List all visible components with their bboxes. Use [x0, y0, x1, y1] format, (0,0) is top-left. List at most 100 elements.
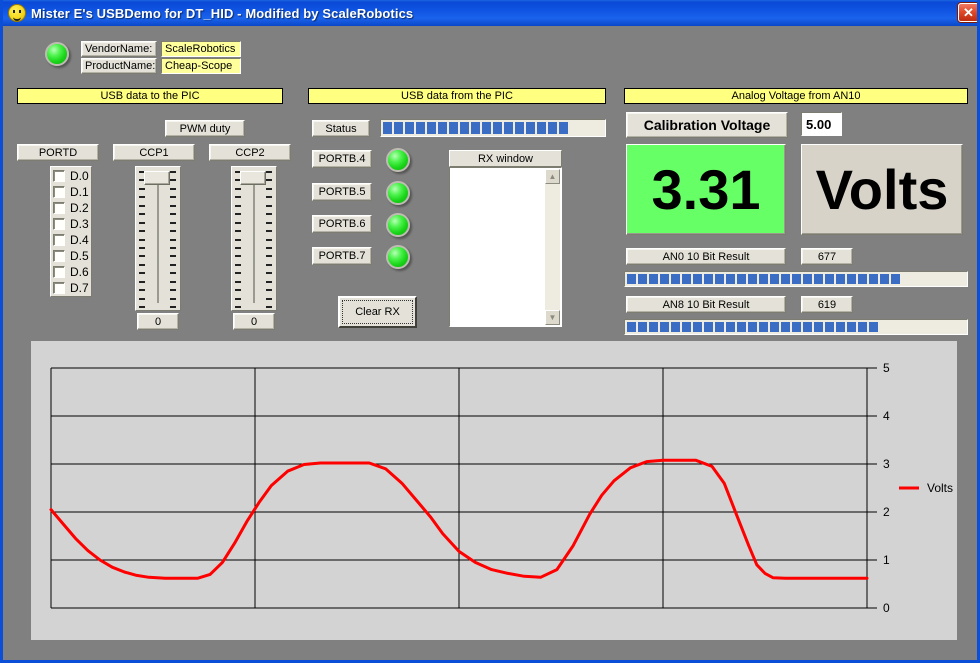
- checkbox-d6[interactable]: [53, 266, 65, 278]
- portd-bit-1[interactable]: D.1: [53, 185, 89, 199]
- portb5-label: PORTB.5: [312, 183, 372, 201]
- progress-block: [671, 274, 680, 284]
- progress-block: [548, 122, 557, 134]
- slider-tick: [266, 205, 272, 207]
- checkbox-d7[interactable]: [53, 282, 65, 294]
- progress-block: [781, 274, 790, 284]
- ccp1-slider[interactable]: [135, 166, 181, 311]
- slider-tick: [235, 213, 241, 215]
- progress-block: [559, 122, 568, 134]
- slider-tick: [170, 213, 176, 215]
- progress-block: [792, 274, 801, 284]
- chart-ytick-label: 0: [883, 601, 890, 615]
- portd-bit-0[interactable]: D.0: [53, 169, 89, 183]
- pwm-duty-label: PWM duty: [165, 120, 245, 137]
- slider-tick: [139, 306, 145, 308]
- progress-block: [814, 274, 823, 284]
- chart-legend-label: Volts: [927, 481, 953, 495]
- progress-block: [759, 322, 768, 332]
- progress-block: [638, 322, 647, 332]
- an8-result-label: AN8 10 Bit Result: [626, 296, 786, 313]
- portd-bit-4[interactable]: D.4: [53, 233, 89, 247]
- progress-block: [825, 274, 834, 284]
- progress-block: [759, 274, 768, 284]
- checkbox-d3[interactable]: [53, 218, 65, 230]
- slider-tick: [266, 272, 272, 274]
- connection-led: [45, 42, 69, 66]
- portd-bit-label: D.3: [70, 217, 89, 231]
- portb6-led: [386, 213, 410, 237]
- checkbox-d0[interactable]: [53, 170, 65, 182]
- progress-block: [682, 322, 691, 332]
- progress-block: [803, 322, 812, 332]
- progress-block: [693, 274, 702, 284]
- portd-bit-5[interactable]: D.5: [53, 249, 89, 263]
- portd-bit-6[interactable]: D.6: [53, 265, 89, 279]
- checkbox-d4[interactable]: [53, 234, 65, 246]
- calibration-voltage-input[interactable]: 5.00: [801, 112, 842, 136]
- progress-block: [748, 322, 757, 332]
- progress-block: [471, 122, 480, 134]
- slider-tick: [170, 298, 176, 300]
- chart-canvas: 012345Volts: [31, 341, 957, 640]
- ccp2-slider-thumb[interactable]: [240, 171, 266, 185]
- ccp1-slider-line: [157, 181, 159, 303]
- progress-block: [427, 122, 436, 134]
- progress-block: [836, 322, 845, 332]
- progress-block: [770, 274, 779, 284]
- rx-window-textarea[interactable]: ▲ ▼: [449, 167, 562, 327]
- checkbox-d5[interactable]: [53, 250, 65, 262]
- rx-scrollbar[interactable]: ▲ ▼: [545, 169, 560, 325]
- progress-block: [438, 122, 447, 134]
- portd-bit-3[interactable]: D.3: [53, 217, 89, 231]
- an0-progress-fill: [627, 274, 965, 284]
- ccp1-slider-thumb[interactable]: [144, 171, 170, 185]
- slider-tick: [170, 272, 176, 274]
- progress-block: [660, 274, 669, 284]
- progress-block: [858, 274, 867, 284]
- slider-tick: [235, 188, 241, 190]
- clear-rx-button[interactable]: Clear RX: [338, 296, 417, 328]
- chart-ytick-label: 2: [883, 505, 890, 519]
- ccp2-slider[interactable]: [231, 166, 277, 311]
- close-icon[interactable]: ✕: [958, 3, 979, 22]
- ccp2-slider-line: [253, 181, 255, 303]
- slider-tick: [170, 196, 176, 198]
- progress-block: [704, 322, 713, 332]
- portd-bit-label: D.5: [70, 249, 89, 263]
- progress-block: [449, 122, 458, 134]
- slider-tick: [139, 205, 145, 207]
- progress-block: [715, 274, 724, 284]
- scroll-down-icon[interactable]: ▼: [545, 310, 560, 325]
- progress-block: [394, 122, 403, 134]
- panel-banner-analog: Analog Voltage from AN10: [624, 88, 968, 104]
- checkbox-d2[interactable]: [53, 202, 65, 214]
- window-title: Mister E's USBDemo for DT_HID - Modified…: [31, 6, 413, 21]
- product-name-value: Cheap-Scope: [161, 58, 241, 74]
- slider-tick: [235, 255, 241, 257]
- slider-tick: [235, 298, 241, 300]
- progress-block: [869, 274, 878, 284]
- slider-tick: [170, 264, 176, 266]
- scroll-up-icon[interactable]: ▲: [545, 169, 560, 184]
- progress-block: [825, 322, 834, 332]
- vendor-name-label: VendorName:: [81, 41, 157, 57]
- progress-block: [836, 274, 845, 284]
- rx-window-title: RX window: [449, 150, 562, 167]
- progress-block: [649, 322, 658, 332]
- progress-block: [460, 122, 469, 134]
- portb7-label: PORTB.7: [312, 247, 372, 265]
- progress-block: [416, 122, 425, 134]
- an8-progress-bar: [624, 319, 968, 335]
- slider-tick: [139, 272, 145, 274]
- slider-tick: [235, 281, 241, 283]
- progress-block: [515, 122, 524, 134]
- checkbox-d1[interactable]: [53, 186, 65, 198]
- slider-tick: [235, 272, 241, 274]
- progress-block: [504, 122, 513, 134]
- progress-block: [715, 322, 724, 332]
- progress-block: [847, 322, 856, 332]
- slider-tick: [139, 298, 145, 300]
- portd-bit-2[interactable]: D.2: [53, 201, 89, 215]
- portd-bit-7[interactable]: D.7: [53, 281, 89, 295]
